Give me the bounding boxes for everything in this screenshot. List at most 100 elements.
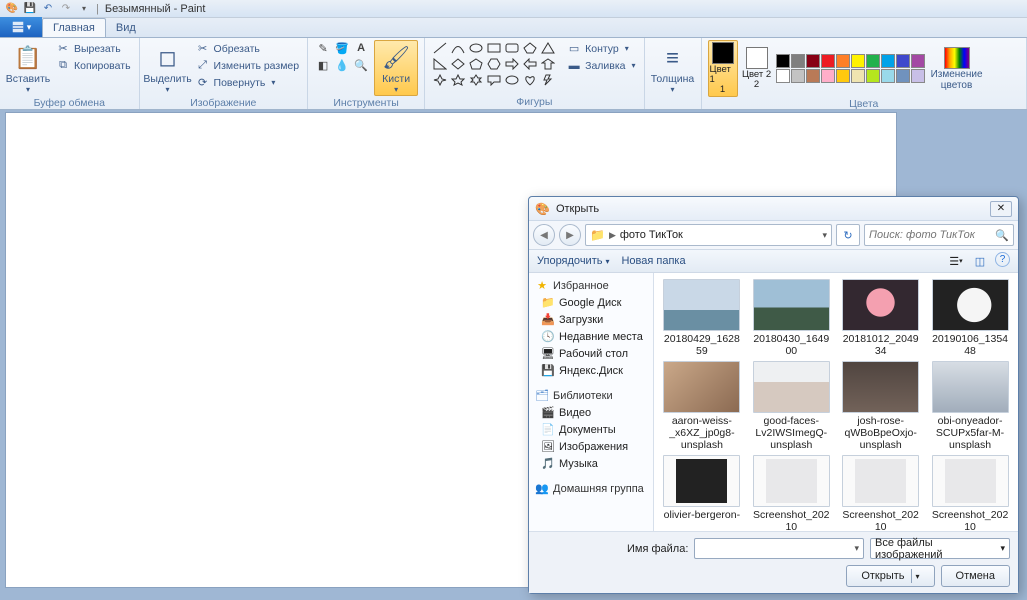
filetype-select[interactable]: Все файлы изображений▾ xyxy=(870,538,1010,559)
shape-lightning-icon[interactable] xyxy=(539,72,557,88)
file-item[interactable]: Screenshot_20210 xyxy=(750,455,833,531)
search-input[interactable] xyxy=(869,229,995,241)
color-swatch[interactable] xyxy=(896,54,910,68)
filename-input[interactable]: ▾ xyxy=(694,538,864,559)
file-item[interactable]: Screenshot_20210 xyxy=(839,455,922,531)
shape-roundrect-icon[interactable] xyxy=(503,40,521,56)
paste-button[interactable]: 📋 Вставить ▾ xyxy=(6,40,50,96)
file-item[interactable]: 20190106_135448 xyxy=(929,279,1012,357)
shape-arrowr-icon[interactable] xyxy=(503,56,521,72)
qat-dropdown-icon[interactable]: ▾ xyxy=(76,1,92,17)
refresh-button[interactable]: ↻ xyxy=(836,224,860,246)
undo-icon[interactable]: ↶ xyxy=(40,1,56,17)
shape-oval-icon[interactable] xyxy=(467,40,485,56)
tree-favorites[interactable]: ★Избранное xyxy=(529,277,653,294)
tree-item[interactable]: 🖼Изображения xyxy=(529,438,653,455)
cut-button[interactable]: ✂Вырезать xyxy=(54,40,133,57)
shape-curve-icon[interactable] xyxy=(449,40,467,56)
shape-rect-icon[interactable] xyxy=(485,40,503,56)
shape-hexagon-icon[interactable] xyxy=(485,56,503,72)
shape-star4-icon[interactable] xyxy=(431,72,449,88)
outline-button[interactable]: ▭Контур▾ xyxy=(565,40,637,57)
select-button[interactable]: ◻ Выделить ▾ xyxy=(146,40,190,96)
color-swatch[interactable] xyxy=(776,69,790,83)
tab-home[interactable]: Главная xyxy=(42,18,106,37)
view-mode-button[interactable]: ☰▾ xyxy=(947,252,965,270)
shape-pentagon-icon[interactable] xyxy=(467,56,485,72)
fill-button[interactable]: ▬Заливка▾ xyxy=(565,57,637,74)
help-button[interactable]: ? xyxy=(995,252,1010,267)
new-folder-button[interactable]: Новая папка xyxy=(621,255,685,267)
save-icon[interactable]: 💾 xyxy=(22,1,38,17)
forward-button[interactable]: ▶ xyxy=(559,224,581,246)
color-swatch[interactable] xyxy=(836,69,850,83)
color-swatch[interactable] xyxy=(791,69,805,83)
color-swatch[interactable] xyxy=(776,54,790,68)
tree-item[interactable]: 💾Яндекс.Диск xyxy=(529,362,653,379)
organize-button[interactable]: Упорядочить▾ xyxy=(537,255,609,267)
shapes-gallery[interactable] xyxy=(431,40,557,88)
color-swatch[interactable] xyxy=(896,69,910,83)
redo-icon[interactable]: ↷ xyxy=(58,1,74,17)
color-swatch[interactable] xyxy=(836,54,850,68)
color-swatch[interactable] xyxy=(881,54,895,68)
picker-tool-icon[interactable]: 💧 xyxy=(333,57,351,73)
color-swatch[interactable] xyxy=(851,69,865,83)
color-swatch[interactable] xyxy=(806,69,820,83)
shape-star6-icon[interactable] xyxy=(467,72,485,88)
cancel-button[interactable]: Отмена xyxy=(941,565,1010,587)
pencil-tool-icon[interactable]: ✎ xyxy=(314,40,332,56)
rotate-button[interactable]: ⟳Повернуть▾ xyxy=(194,74,302,91)
shape-arrowu-icon[interactable] xyxy=(539,56,557,72)
color-swatch[interactable] xyxy=(911,54,925,68)
dialog-close-button[interactable]: ✕ xyxy=(990,201,1012,217)
file-item[interactable]: aaron-weiss-_x6XZ_jp0g8-unsplash xyxy=(660,361,743,451)
color-swatch[interactable] xyxy=(791,54,805,68)
tree-item[interactable]: 🎬Видео xyxy=(529,404,653,421)
color-swatch[interactable] xyxy=(806,54,820,68)
resize-button[interactable]: ⤢Изменить размер xyxy=(194,57,302,74)
filename-dropdown-icon[interactable]: ▾ xyxy=(854,543,859,554)
address-bar[interactable]: 📁 ▶ фото ТикТок ▾ xyxy=(585,224,832,246)
color2-button[interactable]: Цвет 2 2 xyxy=(742,47,772,91)
shape-triangle-icon[interactable] xyxy=(539,40,557,56)
color-swatch[interactable] xyxy=(821,54,835,68)
file-item[interactable]: Screenshot_20210 xyxy=(929,455,1012,531)
color-swatch[interactable] xyxy=(866,54,880,68)
shape-arrowl-icon[interactable] xyxy=(521,56,539,72)
shape-diamond-icon[interactable] xyxy=(449,56,467,72)
color-swatch[interactable] xyxy=(821,69,835,83)
zoom-tool-icon[interactable]: 🔍 xyxy=(352,57,370,73)
tree-homegroup[interactable]: 👥Домашняя группа xyxy=(529,480,653,497)
color-swatch[interactable] xyxy=(851,54,865,68)
tree-item[interactable]: 🎵Музыка xyxy=(529,455,653,472)
tree-item[interactable]: 📥Загрузки xyxy=(529,311,653,328)
file-item[interactable]: 20180430_164900 xyxy=(750,279,833,357)
shape-callout-icon[interactable] xyxy=(485,72,503,88)
tree-item[interactable]: 📁Google Диск xyxy=(529,294,653,311)
tree-libraries[interactable]: 🗂Библиотеки xyxy=(529,387,653,404)
color-swatch[interactable] xyxy=(866,69,880,83)
open-split-icon[interactable]: ▾ xyxy=(916,572,920,581)
open-button[interactable]: Открыть▾ xyxy=(846,565,934,587)
address-dropdown-icon[interactable]: ▾ xyxy=(822,230,827,241)
file-item[interactable]: 20181012_204934 xyxy=(839,279,922,357)
shape-polygon-icon[interactable] xyxy=(521,40,539,56)
size-button[interactable]: ≡ Толщина ▾ xyxy=(651,40,695,96)
crop-button[interactable]: ✂Обрезать xyxy=(194,40,302,57)
file-item[interactable]: josh-rose-qWBoBpeOxjo-unsplash xyxy=(839,361,922,451)
copy-button[interactable]: ⧉Копировать xyxy=(54,57,133,74)
shape-heart-icon[interactable] xyxy=(521,72,539,88)
file-item[interactable]: obi-onyeador-SCUPx5far-M-unsplash xyxy=(929,361,1012,451)
color-swatch[interactable] xyxy=(911,69,925,83)
file-item[interactable]: good-faces-Lv2IWSImegQ-unsplash xyxy=(750,361,833,451)
shape-line-icon[interactable] xyxy=(431,40,449,56)
tab-view[interactable]: Вид xyxy=(106,18,146,37)
shape-rtriangle-icon[interactable] xyxy=(431,56,449,72)
color-swatch[interactable] xyxy=(881,69,895,83)
tree-item[interactable]: 🖥Рабочий стол xyxy=(529,345,653,362)
preview-pane-button[interactable]: ◫ xyxy=(971,252,989,270)
tree-item[interactable]: 🕓Недавние места xyxy=(529,328,653,345)
tree-item[interactable]: 📄Документы xyxy=(529,421,653,438)
color1-button[interactable]: Цвет 1 1 xyxy=(708,40,738,97)
